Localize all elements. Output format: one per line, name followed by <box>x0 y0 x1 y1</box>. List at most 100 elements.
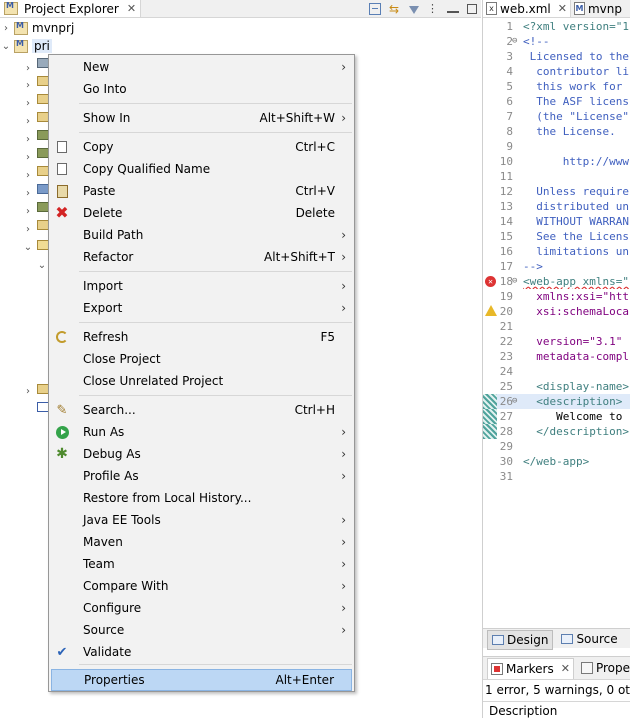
close-icon[interactable]: ✕ <box>561 662 570 675</box>
menu-item-refresh[interactable]: Refresh F5 <box>51 326 352 348</box>
code-line[interactable]: 26 ⊖ <description> <box>483 394 630 409</box>
chevron-right-icon[interactable]: › <box>22 80 34 91</box>
code-line[interactable]: 27 Welcome to <box>483 409 630 424</box>
code-line[interactable]: 12 Unless require <box>483 184 630 199</box>
menu-item-configure[interactable]: Configure › <box>51 597 352 619</box>
code-line[interactable]: 3 Licensed to the <box>483 49 630 64</box>
menu-item-team[interactable]: Team › <box>51 553 352 575</box>
menu-item-copy[interactable]: Copy Ctrl+C <box>51 136 352 158</box>
project-explorer-tab[interactable]: Project Explorer ✕ <box>0 0 142 17</box>
code-line[interactable]: 24 <box>483 364 630 379</box>
chevron-down-icon[interactable]: ⌄ <box>0 41 12 52</box>
menu-item-delete[interactable]: ✖ Delete Delete <box>51 202 352 224</box>
code-line[interactable]: 28 </description> <box>483 424 630 439</box>
menu-item-source[interactable]: Source › <box>51 619 352 641</box>
code-editor[interactable]: 1 <?xml version="1 2 ⊖ <!-- 3 Licensed to the… <box>483 19 630 629</box>
chevron-down-icon[interactable]: ⌄ <box>36 260 48 271</box>
minimize-icon[interactable] <box>447 5 459 13</box>
menu-item-import[interactable]: Import › <box>51 275 352 297</box>
description-column-header[interactable]: Description <box>483 701 630 719</box>
chevron-right-icon[interactable]: › <box>22 116 34 127</box>
code-line[interactable]: 25 <display-name> <box>483 379 630 394</box>
code-line[interactable]: 17 --> <box>483 259 630 274</box>
code-line[interactable]: 29 <box>483 439 630 454</box>
menu-item-close-unrelated-project[interactable]: Close Unrelated Project <box>51 370 352 392</box>
view-menu-icon[interactable]: ⋮ <box>427 2 439 15</box>
chevron-down-icon[interactable]: ⌄ <box>22 242 34 253</box>
menu-item-profile-as[interactable]: Profile As › <box>51 465 352 487</box>
menu-item-copy-qualified-name[interactable]: Copy Qualified Name <box>51 158 352 180</box>
code-line[interactable]: 9 <box>483 139 630 154</box>
chevron-right-icon[interactable]: › <box>22 98 34 109</box>
code-line[interactable]: 19 xmlns:xsi="htt <box>483 289 630 304</box>
filter-icon[interactable] <box>409 5 419 14</box>
properties-tab[interactable]: Prope <box>578 658 630 678</box>
chevron-right-icon[interactable]: › <box>22 152 34 163</box>
chevron-right-icon[interactable]: › <box>22 170 34 181</box>
menu-item-validate[interactable]: ✔ Validate <box>51 641 352 663</box>
menu-item-label: Paste <box>83 184 116 198</box>
menu-item-debug-as[interactable]: ✱ Debug As › <box>51 443 352 465</box>
code-line[interactable]: 6 The ASF licens <box>483 94 630 109</box>
menu-item-new[interactable]: New › <box>51 56 352 78</box>
chevron-right-icon[interactable]: › <box>22 134 34 145</box>
code-line[interactable]: 13 distributed un <box>483 199 630 214</box>
menu-item-properties[interactable]: Properties Alt+Enter <box>51 669 352 691</box>
editor-tab-mvnp[interactable]: M mvnp <box>571 0 625 17</box>
editor-tab-web-xml[interactable]: x web.xml ✕ <box>483 0 571 17</box>
code-line[interactable]: 22 version="3.1" <box>483 334 630 349</box>
code-line[interactable]: 8 the License. <box>483 124 630 139</box>
chevron-right-icon[interactable]: › <box>22 224 34 235</box>
fold-toggle-icon[interactable]: ⊖ <box>512 394 517 409</box>
collapse-all-icon[interactable] <box>369 2 381 15</box>
chevron-right-icon[interactable]: › <box>22 63 34 74</box>
tree-item-pri[interactable]: ⌄ pri <box>0 37 52 55</box>
code-line[interactable]: 14 WITHOUT WARRAN <box>483 214 630 229</box>
code-line[interactable]: 30 </web-app> <box>483 454 630 469</box>
code-line[interactable]: 31 <box>483 469 630 484</box>
chevron-right-icon[interactable]: › <box>22 386 34 397</box>
link-with-editor-icon[interactable]: ⇆ <box>389 3 401 15</box>
chevron-right-icon[interactable]: › <box>0 23 12 34</box>
menu-item-search[interactable]: ✎ Search... Ctrl+H <box>51 399 352 421</box>
menu-item-go-into[interactable]: Go Into <box>51 78 352 100</box>
menu-item-label: Refactor <box>83 250 134 264</box>
code-line[interactable]: 5 this work for <box>483 79 630 94</box>
code-line[interactable]: 10 http://www <box>483 154 630 169</box>
menu-item-java-ee-tools[interactable]: Java EE Tools › <box>51 509 352 531</box>
code-line[interactable]: 4 contributor li <box>483 64 630 79</box>
close-icon[interactable]: ✕ <box>127 2 136 15</box>
code-line[interactable]: 16 limitations un <box>483 244 630 259</box>
menu-item-restore-from-local-history[interactable]: Restore from Local History... <box>51 487 352 509</box>
code-line[interactable]: 15 See the Licens <box>483 229 630 244</box>
menu-item-close-project[interactable]: Close Project <box>51 348 352 370</box>
maximize-icon[interactable] <box>467 3 477 14</box>
code-line[interactable]: ✕ 18 ⊖ <web-app xmlns=" <box>483 274 630 289</box>
line-number: 29 <box>499 440 513 453</box>
code-line[interactable]: 11 <box>483 169 630 184</box>
fold-toggle-icon[interactable]: ⊖ <box>512 34 517 49</box>
menu-item-paste[interactable]: Paste Ctrl+V <box>51 180 352 202</box>
close-icon[interactable]: ✕ <box>558 2 567 15</box>
design-tab[interactable]: Design <box>487 630 554 650</box>
code-line[interactable]: 23 metadata-compl <box>483 349 630 364</box>
menu-item-maven[interactable]: Maven › <box>51 531 352 553</box>
menu-item-refactor[interactable]: Refactor Alt+Shift+T › <box>51 246 352 268</box>
menu-item-build-path[interactable]: Build Path › <box>51 224 352 246</box>
source-tab[interactable]: Source <box>557 630 621 648</box>
menu-item-show-in[interactable]: Show In Alt+Shift+W › <box>51 107 352 129</box>
markers-tab-label: Markers <box>506 661 554 676</box>
code-line[interactable]: 1 <?xml version="1 <box>483 19 630 34</box>
chevron-right-icon[interactable]: › <box>22 206 34 217</box>
markers-tab[interactable]: Markers ✕ <box>487 657 574 679</box>
menu-item-export[interactable]: Export › <box>51 297 352 319</box>
menu-item-run-as[interactable]: Run As › <box>51 421 352 443</box>
menu-item-compare-with[interactable]: Compare With › <box>51 575 352 597</box>
chevron-right-icon[interactable]: › <box>22 188 34 199</box>
code-line[interactable]: 2 ⊖ <!-- <box>483 34 630 49</box>
code-line[interactable]: 20 xsi:schemaLoca <box>483 304 630 319</box>
code-line[interactable]: 21 <box>483 319 630 334</box>
fold-toggle-icon[interactable]: ⊖ <box>512 274 517 289</box>
code-line[interactable]: 7 (the "License" <box>483 109 630 124</box>
tree-item-mvnprj[interactable]: › mvnprj <box>0 19 74 37</box>
